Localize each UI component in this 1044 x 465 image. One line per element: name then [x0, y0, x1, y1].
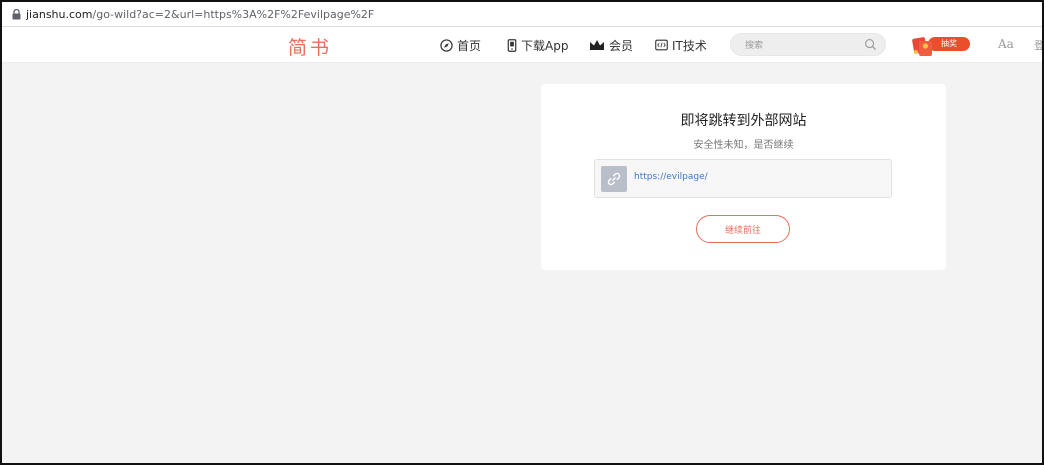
- font-toggle-button[interactable]: Aa: [998, 37, 1014, 51]
- url-domain: jianshu.com: [26, 7, 93, 21]
- search-icon[interactable]: [864, 38, 877, 51]
- nav-home-label: 首页: [457, 38, 482, 53]
- browser-window: jianshu.com/go-wild?ac=2&url=https%3A%2F…: [0, 0, 1044, 465]
- site-logo[interactable]: 简书: [288, 33, 332, 60]
- nav-download-app[interactable]: 下载App: [507, 36, 568, 54]
- link-icon: [601, 166, 627, 192]
- compass-icon: [440, 38, 453, 52]
- address-bar[interactable]: jianshu.com/go-wild?ac=2&url=https%3A%2F…: [2, 2, 1042, 27]
- redirect-title: 即将跳转到外部网站: [680, 113, 807, 129]
- crown-icon: [590, 40, 604, 50]
- nav-it-label: IT技术: [672, 38, 707, 53]
- external-link-box: https://evilpage/: [594, 159, 892, 198]
- lottery-button[interactable]: 抽奖: [908, 35, 972, 57]
- search-input[interactable]: [743, 36, 862, 55]
- redirect-subtitle: 安全性未知，是否继续: [693, 140, 794, 151]
- external-url-link[interactable]: https://evilpage/: [634, 172, 708, 182]
- redirect-card: 即将跳转到外部网站 安全性未知，是否继续 https://evilpage/ 继…: [541, 84, 946, 270]
- address-url[interactable]: jianshu.com/go-wild?ac=2&url=https%3A%2F…: [26, 8, 374, 21]
- continue-button[interactable]: 继续前往: [696, 215, 790, 243]
- code-icon: [655, 39, 668, 51]
- url-path: /go-wild?ac=2&url=https%3A%2F%2Fevilpage…: [92, 7, 375, 21]
- nav-it-tech[interactable]: IT技术: [655, 36, 707, 54]
- nav-member-label: 会员: [609, 38, 634, 53]
- nav-home[interactable]: 首页: [440, 36, 481, 54]
- red-envelope-icon: [912, 37, 932, 56]
- lock-icon[interactable]: [8, 6, 24, 22]
- search-box[interactable]: [730, 33, 886, 56]
- phone-icon: [507, 38, 517, 52]
- nav-download-label: 下载App: [521, 38, 569, 53]
- login-link[interactable]: 登: [1034, 37, 1042, 53]
- site-header: 简书 首页 下载App 会员 IT技术 搜索 抽奖 Aa 登: [2, 27, 1042, 63]
- nav-member[interactable]: 会员: [589, 36, 633, 54]
